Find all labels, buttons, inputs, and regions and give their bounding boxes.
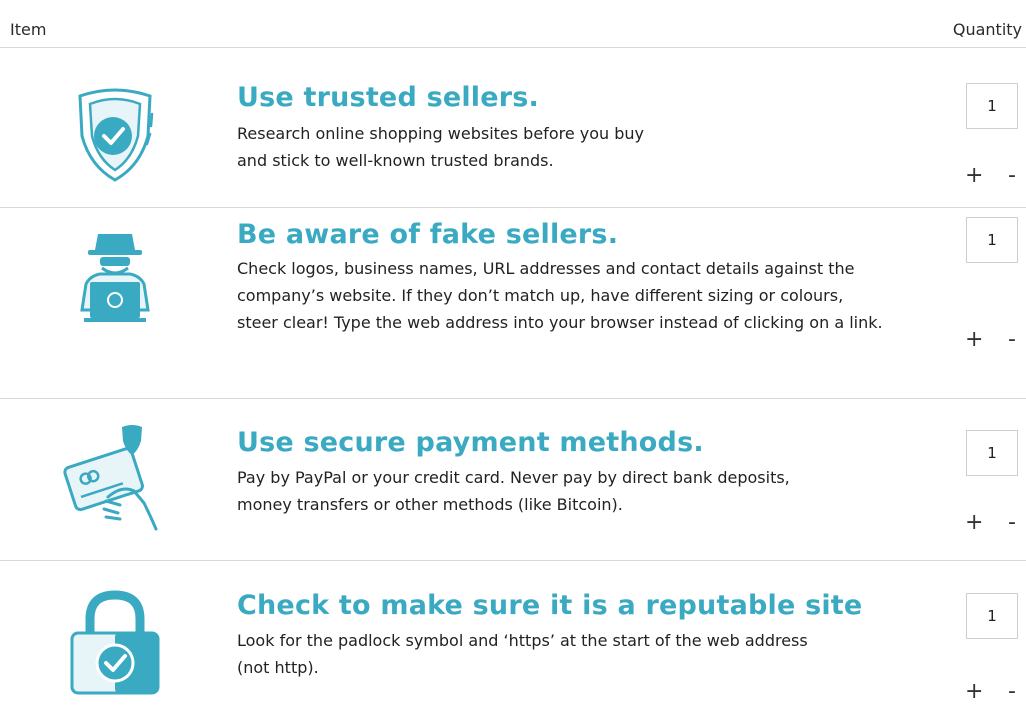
increment-button[interactable]: + xyxy=(965,512,983,534)
list-item: Use trusted sellers. Research online sho… xyxy=(0,48,1026,207)
quantity-field[interactable]: 1 xyxy=(966,430,1018,476)
increment-button[interactable]: + xyxy=(965,165,983,187)
credit-card-shield-icon xyxy=(60,421,170,531)
shield-check-icon xyxy=(60,74,170,184)
quantity-field[interactable]: 1 xyxy=(966,83,1018,129)
list-item: Use secure payment methods. Pay by PayPa… xyxy=(0,399,1026,559)
decrement-button[interactable]: - xyxy=(1008,329,1016,351)
description-line: Check logos, business names, URL address… xyxy=(237,259,855,278)
increment-button[interactable]: + xyxy=(965,681,983,703)
quantity-column-header: Quantity xyxy=(952,20,1022,39)
description-line: company’s website. If they don’t match u… xyxy=(237,286,844,305)
description-line: Research online shopping websites before… xyxy=(237,124,645,143)
item-title: Use secure payment methods. xyxy=(237,427,704,458)
description-line: steer clear! Type the web address into y… xyxy=(237,313,883,332)
item-title: Be aware of fake sellers. xyxy=(237,219,619,250)
item-title: Check to make sure it is a reputable sit… xyxy=(237,590,863,621)
description-line: and stick to well-known trusted brands. xyxy=(237,151,554,170)
item-column-header: Item xyxy=(10,20,47,39)
quantity-field[interactable]: 1 xyxy=(966,593,1018,639)
padlock-check-icon xyxy=(60,587,170,697)
item-description: Research online shopping websites before… xyxy=(237,120,927,174)
description-line: money transfers or other methods (like B… xyxy=(237,495,623,514)
description-line: Pay by PayPal or your credit card. Never… xyxy=(237,468,790,487)
quantity-field[interactable]: 1 xyxy=(966,217,1018,263)
description-line: (not http). xyxy=(237,658,319,677)
decrement-button[interactable]: - xyxy=(1008,681,1016,703)
item-title: Use trusted sellers. xyxy=(237,82,540,113)
hacker-laptop-icon xyxy=(60,220,170,330)
decrement-button[interactable]: - xyxy=(1008,512,1016,534)
increment-button[interactable]: + xyxy=(965,329,983,351)
item-description: Look for the padlock symbol and ‘https’ … xyxy=(237,627,927,681)
description-line: Look for the padlock symbol and ‘https’ … xyxy=(237,631,808,650)
item-description: Check logos, business names, URL address… xyxy=(237,255,927,336)
list-item: Check to make sure it is a reputable sit… xyxy=(0,561,1026,722)
decrement-button[interactable]: - xyxy=(1008,165,1016,187)
list-item: Be aware of fake sellers. Check logos, b… xyxy=(0,208,1026,398)
item-description: Pay by PayPal or your credit card. Never… xyxy=(237,464,927,518)
